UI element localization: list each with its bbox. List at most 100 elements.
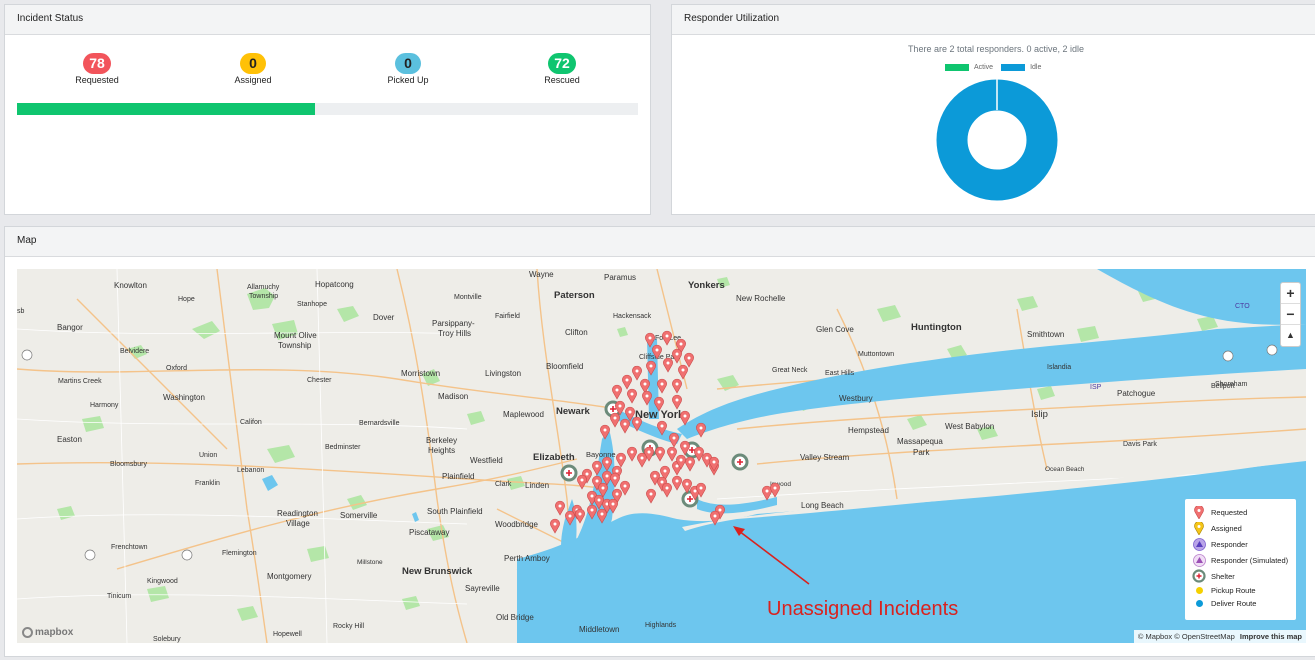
place-label: Easton: [57, 435, 82, 444]
legend-idle[interactable]: Idle: [1001, 64, 1041, 71]
incident-marker[interactable]: [669, 432, 679, 448]
incident-marker[interactable]: [637, 452, 647, 468]
stat-assigned: 0 Assigned: [208, 53, 298, 85]
incident-marker[interactable]: [672, 475, 682, 491]
mapbox-logo-icon: [22, 627, 33, 638]
incident-marker[interactable]: [550, 518, 560, 534]
incident-marker[interactable]: [632, 365, 642, 381]
incident-marker[interactable]: [667, 446, 677, 462]
place-label: Park: [913, 448, 930, 457]
responder-utilization-title: Responder Utilization: [672, 5, 1315, 35]
incident-status-title: Incident Status: [5, 5, 650, 35]
mapbox-attribution-link[interactable]: © Mapbox: [1138, 632, 1172, 641]
place-label: Solebury: [153, 636, 181, 643]
map-attribution: © Mapbox © OpenStreetMap Improve this ma…: [1133, 630, 1306, 643]
place-label: Huntington: [911, 322, 962, 333]
zoom-controls: + − ▲: [1280, 282, 1301, 347]
assigned-count-badge: 0: [240, 53, 266, 74]
shelter-marker-icon: [1191, 569, 1207, 583]
zoom-in-button[interactable]: +: [1281, 283, 1300, 304]
place-label: Readington: [277, 509, 318, 518]
place-label: Califon: [240, 419, 262, 426]
incident-marker[interactable]: [696, 422, 706, 438]
incident-marker[interactable]: [672, 394, 682, 410]
place-label: Oxford: [166, 365, 187, 372]
place-label: Long Beach: [801, 501, 844, 510]
place-label: Ocean Beach: [1045, 466, 1085, 473]
place-label: Allamuchy: [247, 284, 280, 291]
place-label: Heights: [428, 446, 455, 455]
place-label: Westbury: [839, 394, 873, 403]
place-label: New Brunswick: [402, 566, 473, 577]
active-swatch: [945, 64, 969, 71]
place-label: Shoreham: [1215, 381, 1247, 388]
legend-pickup-route: Pickup Route: [1191, 584, 1290, 597]
place-label: Plainfield: [442, 472, 474, 481]
place-label: Martins Creek: [58, 378, 102, 385]
map-canvas[interactable]: Wayne Paramus Yonkers Knowlton Hopatcong…: [17, 269, 1306, 643]
map-title: Map: [5, 227, 1315, 257]
incident-marker[interactable]: [685, 456, 695, 472]
assigned-label: Assigned: [234, 75, 272, 85]
legend-responder: Responder: [1191, 536, 1290, 552]
mapbox-logo[interactable]: mapbox: [22, 627, 73, 638]
place-label: Hope: [178, 296, 195, 303]
osm-attribution-link[interactable]: © OpenStreetMap: [1174, 632, 1235, 641]
shelter-icon[interactable]: [731, 453, 749, 471]
incident-marker[interactable]: [684, 352, 694, 368]
place-label: Clark: [495, 481, 512, 488]
incident-marker[interactable]: [627, 388, 637, 404]
incident-marker[interactable]: [657, 378, 667, 394]
place-label: West Babylon: [945, 422, 994, 431]
incident-marker[interactable]: [616, 452, 626, 468]
place-label: Berkeley: [426, 436, 457, 445]
picked-up-label: Picked Up: [387, 75, 429, 85]
water-bodies: [262, 269, 1306, 643]
place-label: Parsippany-: [432, 319, 475, 328]
deliver-route-dot-icon: [1191, 600, 1207, 607]
assigned-marker-icon: [1191, 521, 1207, 535]
incident-marker[interactable]: [575, 508, 585, 524]
requested-label: Requested: [75, 75, 119, 85]
legend-shelter: Shelter: [1191, 568, 1290, 584]
incident-marker[interactable]: [622, 374, 632, 390]
shelter-icon[interactable]: [560, 464, 578, 482]
utilization-donut-chart: [936, 79, 1058, 201]
legend-requested: Requested: [1191, 504, 1290, 520]
place-label: Hempstead: [848, 426, 889, 435]
legend-active[interactable]: Active: [945, 64, 993, 71]
place-label: Paramus: [604, 273, 636, 282]
incident-status-card: Incident Status 78 Requested 0 Assigned …: [4, 4, 651, 215]
place-label: Chester: [307, 377, 332, 384]
place-label: Patchogue: [1117, 389, 1156, 398]
incident-marker[interactable]: [646, 488, 656, 504]
incident-marker[interactable]: [555, 500, 565, 516]
incident-marker[interactable]: [672, 378, 682, 394]
responder-marker-icon: [1191, 537, 1207, 551]
compass-button[interactable]: ▲: [1281, 325, 1300, 346]
place-label: Bangor: [57, 323, 83, 332]
place-label: Troy Hills: [438, 329, 471, 338]
stat-picked-up: 0 Picked Up: [363, 53, 453, 85]
place-label: Newark: [556, 406, 591, 417]
incident-marker[interactable]: [610, 412, 620, 428]
place-label: Somerville: [340, 511, 378, 520]
incident-marker[interactable]: [662, 330, 672, 346]
rescued-count-badge: 72: [548, 53, 576, 74]
incident-marker[interactable]: [678, 364, 688, 380]
incident-marker[interactable]: [662, 482, 672, 498]
place-label: Highlands: [645, 622, 677, 629]
incident-marker[interactable]: [640, 378, 650, 394]
requested-count-badge: 78: [83, 53, 111, 74]
zoom-out-button[interactable]: −: [1281, 304, 1300, 325]
incident-marker[interactable]: [620, 418, 630, 434]
incident-marker[interactable]: [663, 357, 673, 373]
place-label: Stanhope: [297, 301, 327, 308]
incident-marker[interactable]: [627, 446, 637, 462]
incident-marker[interactable]: [612, 384, 622, 400]
place-label: Hackensack: [613, 313, 652, 320]
incident-marker[interactable]: [655, 446, 665, 462]
place-label: Mount Olive: [274, 331, 317, 340]
place-label: Bloomsbury: [110, 461, 147, 468]
improve-map-link[interactable]: Improve this map: [1240, 632, 1302, 641]
